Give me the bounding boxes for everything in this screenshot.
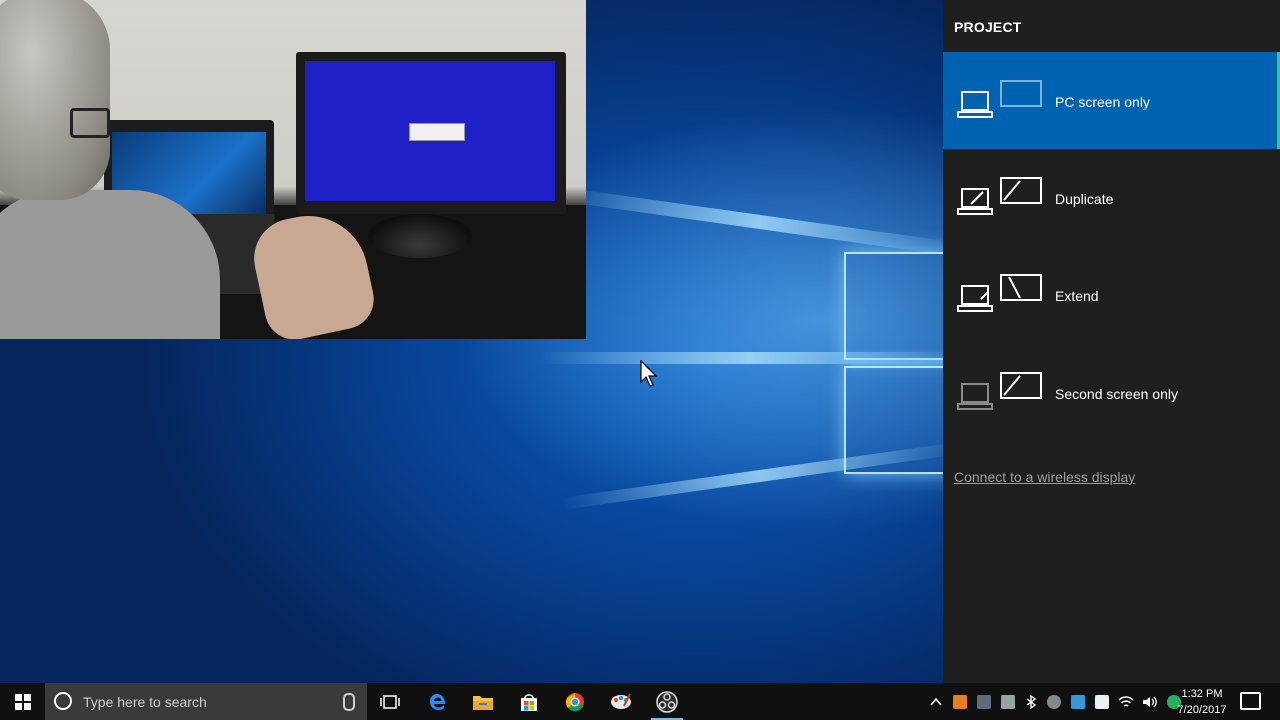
tray-app-icon[interactable]	[953, 694, 967, 709]
option-label: Extend	[1055, 288, 1099, 304]
window-pane	[844, 252, 943, 360]
cortana-icon	[54, 692, 72, 710]
windows-logo-icon	[14, 693, 31, 710]
store-button[interactable]	[508, 683, 550, 720]
option-label: PC screen only	[1055, 94, 1150, 110]
option-pc-screen-only[interactable]: PC screen only	[943, 52, 1280, 149]
light-beam	[560, 187, 943, 257]
tray-sync-icon[interactable]	[1047, 694, 1061, 709]
option-second-screen-only[interactable]: Second screen only	[943, 344, 1280, 441]
option-duplicate[interactable]: Duplicate	[943, 149, 1280, 246]
clock-date: 7/20/2017	[1177, 704, 1227, 716]
obs-icon	[656, 690, 678, 713]
file-explorer-icon	[473, 695, 493, 710]
connect-wireless-display-link[interactable]: Connect to a wireless display	[954, 469, 1135, 485]
window-pane	[844, 366, 943, 474]
monitor-stand	[368, 214, 472, 258]
wifi-icon[interactable]	[1118, 695, 1134, 709]
clock-time: 1:32 PM	[1181, 688, 1223, 700]
paint-button[interactable]	[600, 683, 642, 720]
microphone-icon[interactable]	[343, 693, 355, 711]
glasses	[70, 108, 110, 138]
paint-icon	[611, 693, 631, 709]
task-view-button[interactable]	[369, 683, 411, 720]
task-view-icon	[380, 694, 400, 709]
person-head	[0, 0, 110, 200]
mouse-cursor-icon	[640, 360, 658, 387]
chrome-icon	[565, 692, 584, 711]
panel-title: PROJECT	[954, 19, 1022, 35]
project-panel: PROJECT PC screen only Duplicate Extend	[943, 0, 1280, 683]
taskbar-clock[interactable]: 1:32 PM 7/20/2017	[1166, 686, 1238, 718]
file-explorer-button[interactable]	[462, 683, 504, 720]
action-center-icon[interactable]	[1240, 692, 1261, 710]
bluetooth-icon[interactable]	[1025, 694, 1037, 709]
search-placeholder: Type here to search	[83, 694, 207, 710]
tray-display-icon[interactable]	[977, 694, 991, 709]
taskbar: Type here to search 1:32 PM 7/20/2017	[0, 683, 1280, 720]
system-tray	[924, 683, 1186, 720]
duplicate-icon	[957, 177, 1042, 215]
pc-screen-only-icon	[957, 80, 1042, 118]
option-label: Duplicate	[1055, 191, 1114, 207]
tray-monitor-icon[interactable]	[1001, 694, 1015, 709]
obs-button[interactable]	[646, 683, 688, 720]
store-icon	[521, 693, 537, 711]
start-button[interactable]	[0, 683, 45, 720]
extend-icon	[957, 274, 1042, 312]
search-box[interactable]: Type here to search	[45, 683, 367, 720]
person-body	[0, 190, 220, 339]
tray-skype-icon[interactable]	[1071, 694, 1085, 709]
monitor-screen	[305, 61, 555, 201]
tray-power-icon[interactable]	[1095, 694, 1109, 709]
option-extend[interactable]: Extend	[943, 246, 1280, 343]
monitor-dialog	[409, 123, 465, 141]
option-label: Second screen only	[1055, 386, 1178, 402]
edge-button[interactable]	[417, 683, 459, 720]
chevron-up-icon[interactable]	[930, 697, 942, 707]
external-monitor	[296, 52, 566, 214]
edge-icon	[430, 693, 445, 710]
second-screen-only-icon	[957, 372, 1042, 410]
webcam-video-overlay	[0, 0, 586, 339]
volume-icon[interactable]	[1142, 695, 1158, 709]
chrome-button[interactable]	[554, 683, 596, 720]
